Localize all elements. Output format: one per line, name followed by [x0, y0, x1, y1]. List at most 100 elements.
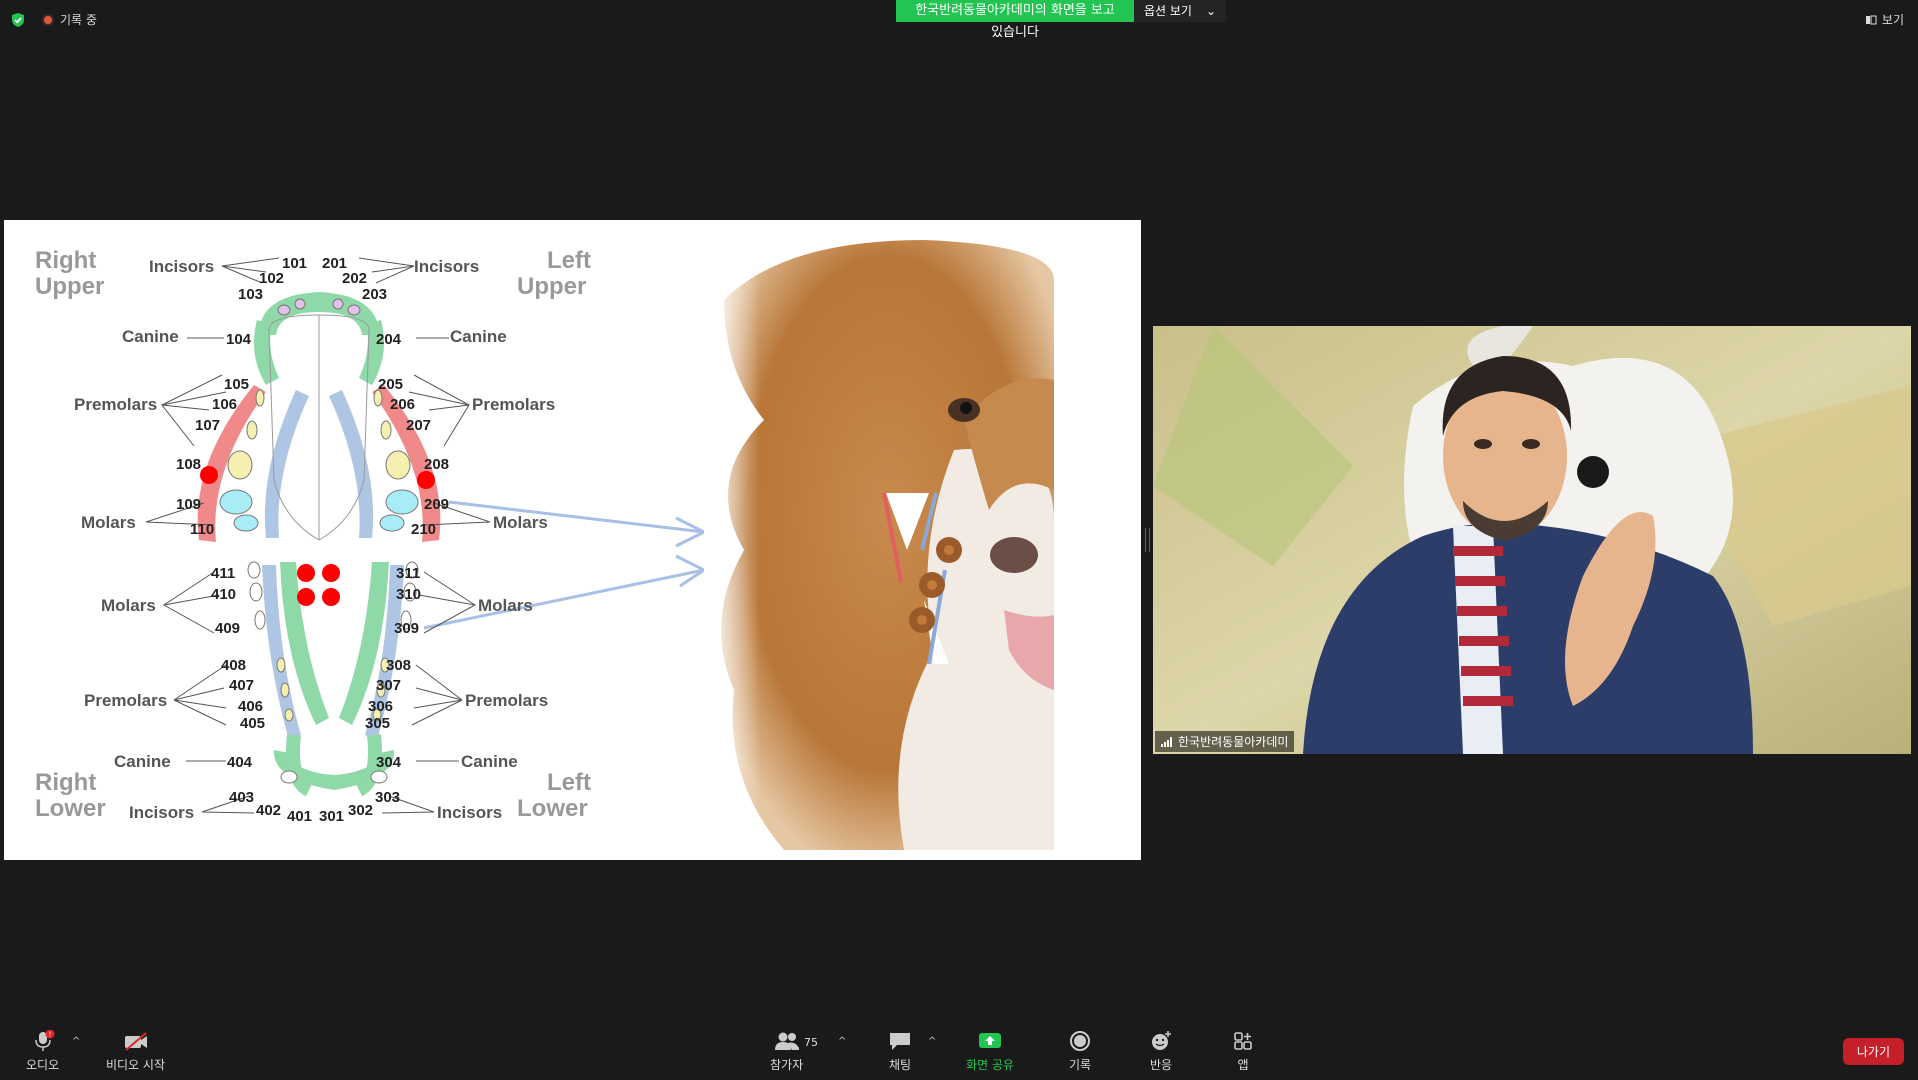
apps-label: 앱: [1237, 1058, 1249, 1072]
participants-caret-icon[interactable]: ^: [838, 1036, 846, 1047]
tooth-number: 209: [424, 496, 449, 513]
tooth-number: 408: [221, 657, 246, 674]
view-options-button[interactable]: 옵션 보기 ⌄: [1134, 0, 1226, 22]
group-label: Molars: [478, 596, 533, 615]
microphone-alert-icon: !: [34, 1030, 55, 1051]
record-dot-icon: [42, 13, 54, 26]
meeting-toolbar: ! 오디오 ^ 비디오 시작 참가자 75 ^ 채팅 ^ 화면 공유 기록 반응…: [0, 1022, 1918, 1080]
tooth-number: 301: [319, 808, 344, 825]
record-button[interactable]: 기록: [1068, 1030, 1092, 1073]
video-label: 비디오 시작: [106, 1058, 166, 1072]
left-lower-label-1: Left: [547, 769, 591, 796]
audio-label: 오디오: [26, 1058, 60, 1072]
right-lower-label-1: Right: [35, 769, 96, 796]
marker-dot: [297, 564, 315, 582]
group-label: Incisors: [414, 257, 479, 276]
tooth-number: 307: [376, 677, 401, 694]
apps-button[interactable]: 앱: [1232, 1030, 1254, 1073]
marker-dot: [322, 564, 340, 582]
right-lower-label-2: Lower: [35, 795, 106, 822]
group-label: Premolars: [472, 395, 555, 414]
tooth-number: 309: [394, 620, 419, 637]
speaker-video[interactable]: 한국반려동물아카데미: [1153, 326, 1911, 754]
start-video-button[interactable]: 비디오 시작: [106, 1030, 165, 1073]
tooth-number: 305: [365, 715, 390, 732]
marker-dot: [322, 588, 340, 606]
audio-button[interactable]: ! 오디오: [26, 1030, 59, 1073]
group-label: Canine: [114, 752, 171, 771]
left-upper-label-1: Left: [547, 247, 591, 274]
tooth-number: 306: [368, 698, 393, 715]
tooth-number: 304: [376, 754, 402, 771]
tooth-number: 104: [226, 331, 252, 348]
tooth-number: 203: [362, 286, 387, 303]
speaker-video-frame: [1153, 326, 1911, 754]
dental-chart-diagram: Right Upper Left Upper Right Lower Left …: [35, 240, 1054, 860]
marker-dot: [417, 471, 435, 489]
group-label: Premolars: [84, 691, 167, 710]
view-options-label: 옵션 보기: [1144, 4, 1192, 18]
marker-dot: [297, 588, 315, 606]
participants-count: 75: [804, 1036, 818, 1049]
shared-screen-slide[interactable]: Right Upper Left Upper Right Lower Left …: [4, 220, 1141, 860]
participant-name: 한국반려동물아카데미: [1178, 735, 1289, 749]
split-resize-handle[interactable]: [1145, 528, 1150, 552]
tooth-number: 311: [396, 565, 420, 582]
group-label: Canine: [450, 327, 507, 346]
tooth-number: 303: [375, 789, 400, 806]
left-upper-label-2: Upper: [517, 273, 586, 300]
reactions-label: 반응: [1149, 1058, 1173, 1072]
tooth-number: 105: [224, 376, 249, 393]
tooth-number: 409: [215, 620, 240, 637]
tooth-number: 302: [348, 802, 373, 819]
tooth-number: 310: [396, 586, 421, 603]
dog-photo: [704, 240, 1054, 860]
participants-label: 참가자: [770, 1058, 804, 1072]
group-label: Canine: [122, 327, 179, 346]
group-label: Canine: [461, 752, 518, 771]
video-off-icon: [124, 1032, 147, 1051]
top-bar: 기록 중 한국반려동물아카데미의 화면을 보고 있습니다 옵션 보기 ⌄ 보기: [0, 0, 1918, 40]
group-label: Molars: [81, 513, 136, 532]
participants-button[interactable]: 참가자: [770, 1030, 803, 1073]
tooth-number: 405: [240, 715, 265, 732]
record-label: 기록: [1068, 1058, 1092, 1072]
tooth-number: 402: [256, 802, 281, 819]
tooth-number: 110: [190, 521, 214, 538]
group-label: Premolars: [74, 395, 157, 414]
audio-caret-icon[interactable]: ^: [72, 1036, 80, 1047]
share-screen-button[interactable]: 화면 공유: [966, 1030, 1014, 1073]
tooth-number: 205: [378, 376, 403, 393]
emoji-add-icon: [1152, 1031, 1171, 1050]
tooth-number: 411: [211, 565, 235, 582]
tooth-number: 101: [282, 255, 307, 272]
chat-caret-icon[interactable]: ^: [928, 1036, 936, 1047]
shield-icon[interactable]: [10, 12, 26, 28]
view-button[interactable]: 보기: [1865, 11, 1904, 28]
leave-button[interactable]: 나가기: [1842, 1038, 1904, 1065]
chat-button[interactable]: 채팅: [887, 1030, 913, 1073]
share-banner-text: 한국반려동물아카데미의 화면을 보고 있습니다: [896, 0, 1134, 40]
chat-icon: [890, 1033, 910, 1050]
tooth-number: 208: [424, 456, 449, 473]
share-screen-icon: [978, 1033, 1001, 1048]
tooth-number: 406: [238, 698, 263, 715]
tooth-number: 102: [259, 270, 284, 287]
share-label: 화면 공유: [966, 1058, 1014, 1072]
right-upper-label-1: Right: [35, 247, 96, 274]
view-label: 보기: [1881, 13, 1904, 27]
left-lower-label-2: Lower: [517, 795, 588, 822]
chat-label: 채팅: [888, 1058, 912, 1072]
signal-strength-icon: [1161, 736, 1172, 747]
tooth-number: 106: [212, 396, 237, 413]
tooth-number: 206: [390, 396, 415, 413]
recording-indicator[interactable]: 기록 중: [42, 11, 97, 28]
group-label: Molars: [101, 596, 156, 615]
group-label: Incisors: [149, 257, 214, 276]
tooth-number: 404: [227, 754, 253, 771]
reactions-button[interactable]: 반응: [1148, 1030, 1174, 1073]
right-upper-label-2: Upper: [35, 273, 104, 300]
group-label: Molars: [493, 513, 548, 532]
tooth-number: 401: [287, 808, 312, 825]
tooth-number: 207: [406, 417, 431, 434]
